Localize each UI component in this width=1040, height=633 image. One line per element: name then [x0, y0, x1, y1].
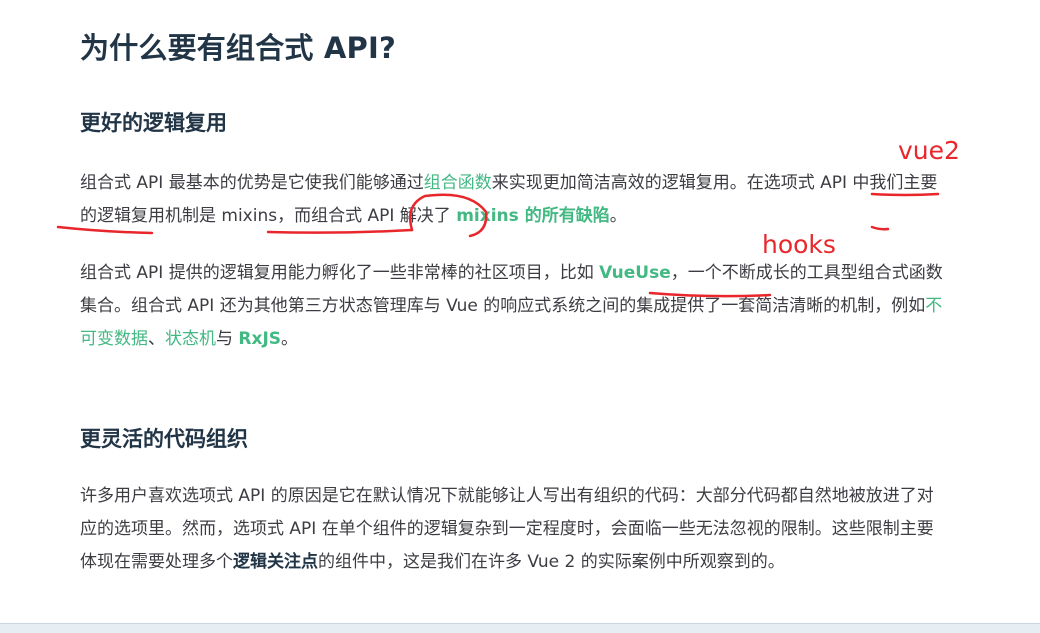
link-vueuse[interactable]: VueUse: [599, 263, 671, 283]
page-title: 为什么要有组合式 API?: [80, 31, 397, 65]
annotation-vue2: vue2: [898, 136, 960, 165]
paragraph-logic-reuse-1: 组合式 API 最基本的优势是它使我们能够通过组合函数来实现更加简洁高效的逻辑复…: [80, 167, 950, 233]
section-heading-logic-reuse: 更好的逻辑复用: [80, 111, 227, 135]
paragraph-logic-reuse-2: 组合式 API 提供的逻辑复用能力孵化了一些非常棒的社区项目，比如 VueUse…: [80, 257, 950, 356]
text-span: 。: [609, 206, 627, 226]
bold-logical-concerns: 逻辑关注点: [233, 552, 318, 572]
text-span: 。: [281, 329, 299, 349]
text-span: 的组件中，这是我们在许多 Vue 2 的实际案例中所观察到的。: [318, 552, 785, 572]
paragraph-code-organization: 许多用户喜欢选项式 API 的原因是它在默认情况下就能够让人写出有组织的代码：大…: [80, 480, 950, 579]
text-span: 、: [148, 329, 165, 349]
text-span: 组合式 API 最基本的优势是它使我们能够通过: [80, 173, 424, 193]
doc-content: 为什么要有组合式 API? 更好的逻辑复用 组合式 API 最基本的优势是它使我…: [0, 0, 1040, 632]
link-rxjs[interactable]: RxJS: [238, 329, 281, 349]
link-state-machine[interactable]: 状态机: [165, 329, 216, 349]
text-span: 与: [216, 329, 239, 349]
text-span: 组合式 API 提供的逻辑复用能力孵化了一些非常棒的社区项目，比如: [80, 263, 600, 283]
link-composables[interactable]: 组合函数: [424, 173, 492, 193]
link-mixins-drawbacks[interactable]: mixins 的所有缺陷: [456, 206, 609, 226]
annotation-hooks: hooks: [762, 230, 836, 259]
section-heading-code-organization: 更灵活的代码组织: [80, 427, 248, 451]
